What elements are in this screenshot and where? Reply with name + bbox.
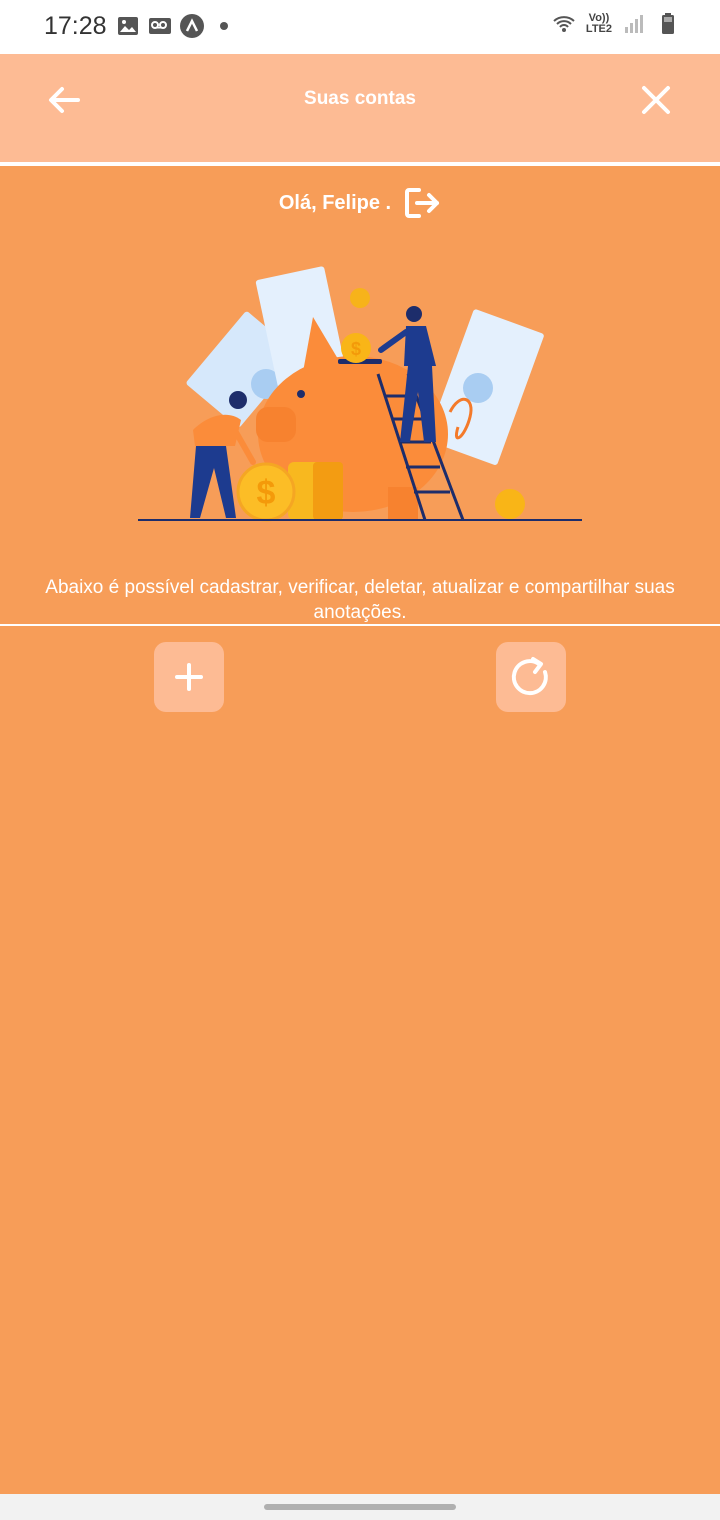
plus-icon (175, 663, 203, 691)
lte-label: LTE2 (585, 23, 612, 35)
voicemail-icon (149, 18, 171, 34)
piggy-bank-illustration: $ $ (138, 266, 582, 522)
more-notifications-dot (220, 22, 228, 30)
app-notification-icon (180, 14, 204, 38)
system-nav-bar (0, 1494, 720, 1520)
status-notification-icons (116, 14, 228, 38)
content-divider (0, 624, 720, 626)
wifi-icon (553, 16, 575, 32)
close-icon[interactable] (636, 80, 676, 120)
app-header: Suas contas (0, 54, 720, 162)
header-divider (0, 162, 720, 166)
home-gesture-handle[interactable] (264, 1504, 456, 1510)
gallery-icon (118, 17, 138, 35)
status-time: 17:28 (44, 12, 107, 40)
logout-icon[interactable] (403, 186, 441, 220)
battery-icon (662, 13, 674, 34)
page-title: Suas contas (304, 88, 416, 109)
svg-text:$: $ (351, 339, 361, 359)
status-system-icons: Vo)) LTE2 (552, 12, 680, 36)
network-type-label: Vo)) LTE2 (586, 13, 612, 35)
svg-text:$: $ (257, 474, 276, 512)
refresh-icon (511, 657, 548, 696)
greeting-text: Olá, Felipe . (278, 191, 392, 214)
refresh-button[interactable] (496, 642, 566, 712)
status-bar: 17:28 Vo)) LTE2 (0, 0, 720, 54)
add-button[interactable] (154, 642, 224, 712)
info-text: Abaixo é possível cadastrar, verificar, … (45, 577, 675, 623)
greeting-row: Olá, Felipe . (0, 186, 720, 220)
signal-icon (625, 15, 643, 33)
